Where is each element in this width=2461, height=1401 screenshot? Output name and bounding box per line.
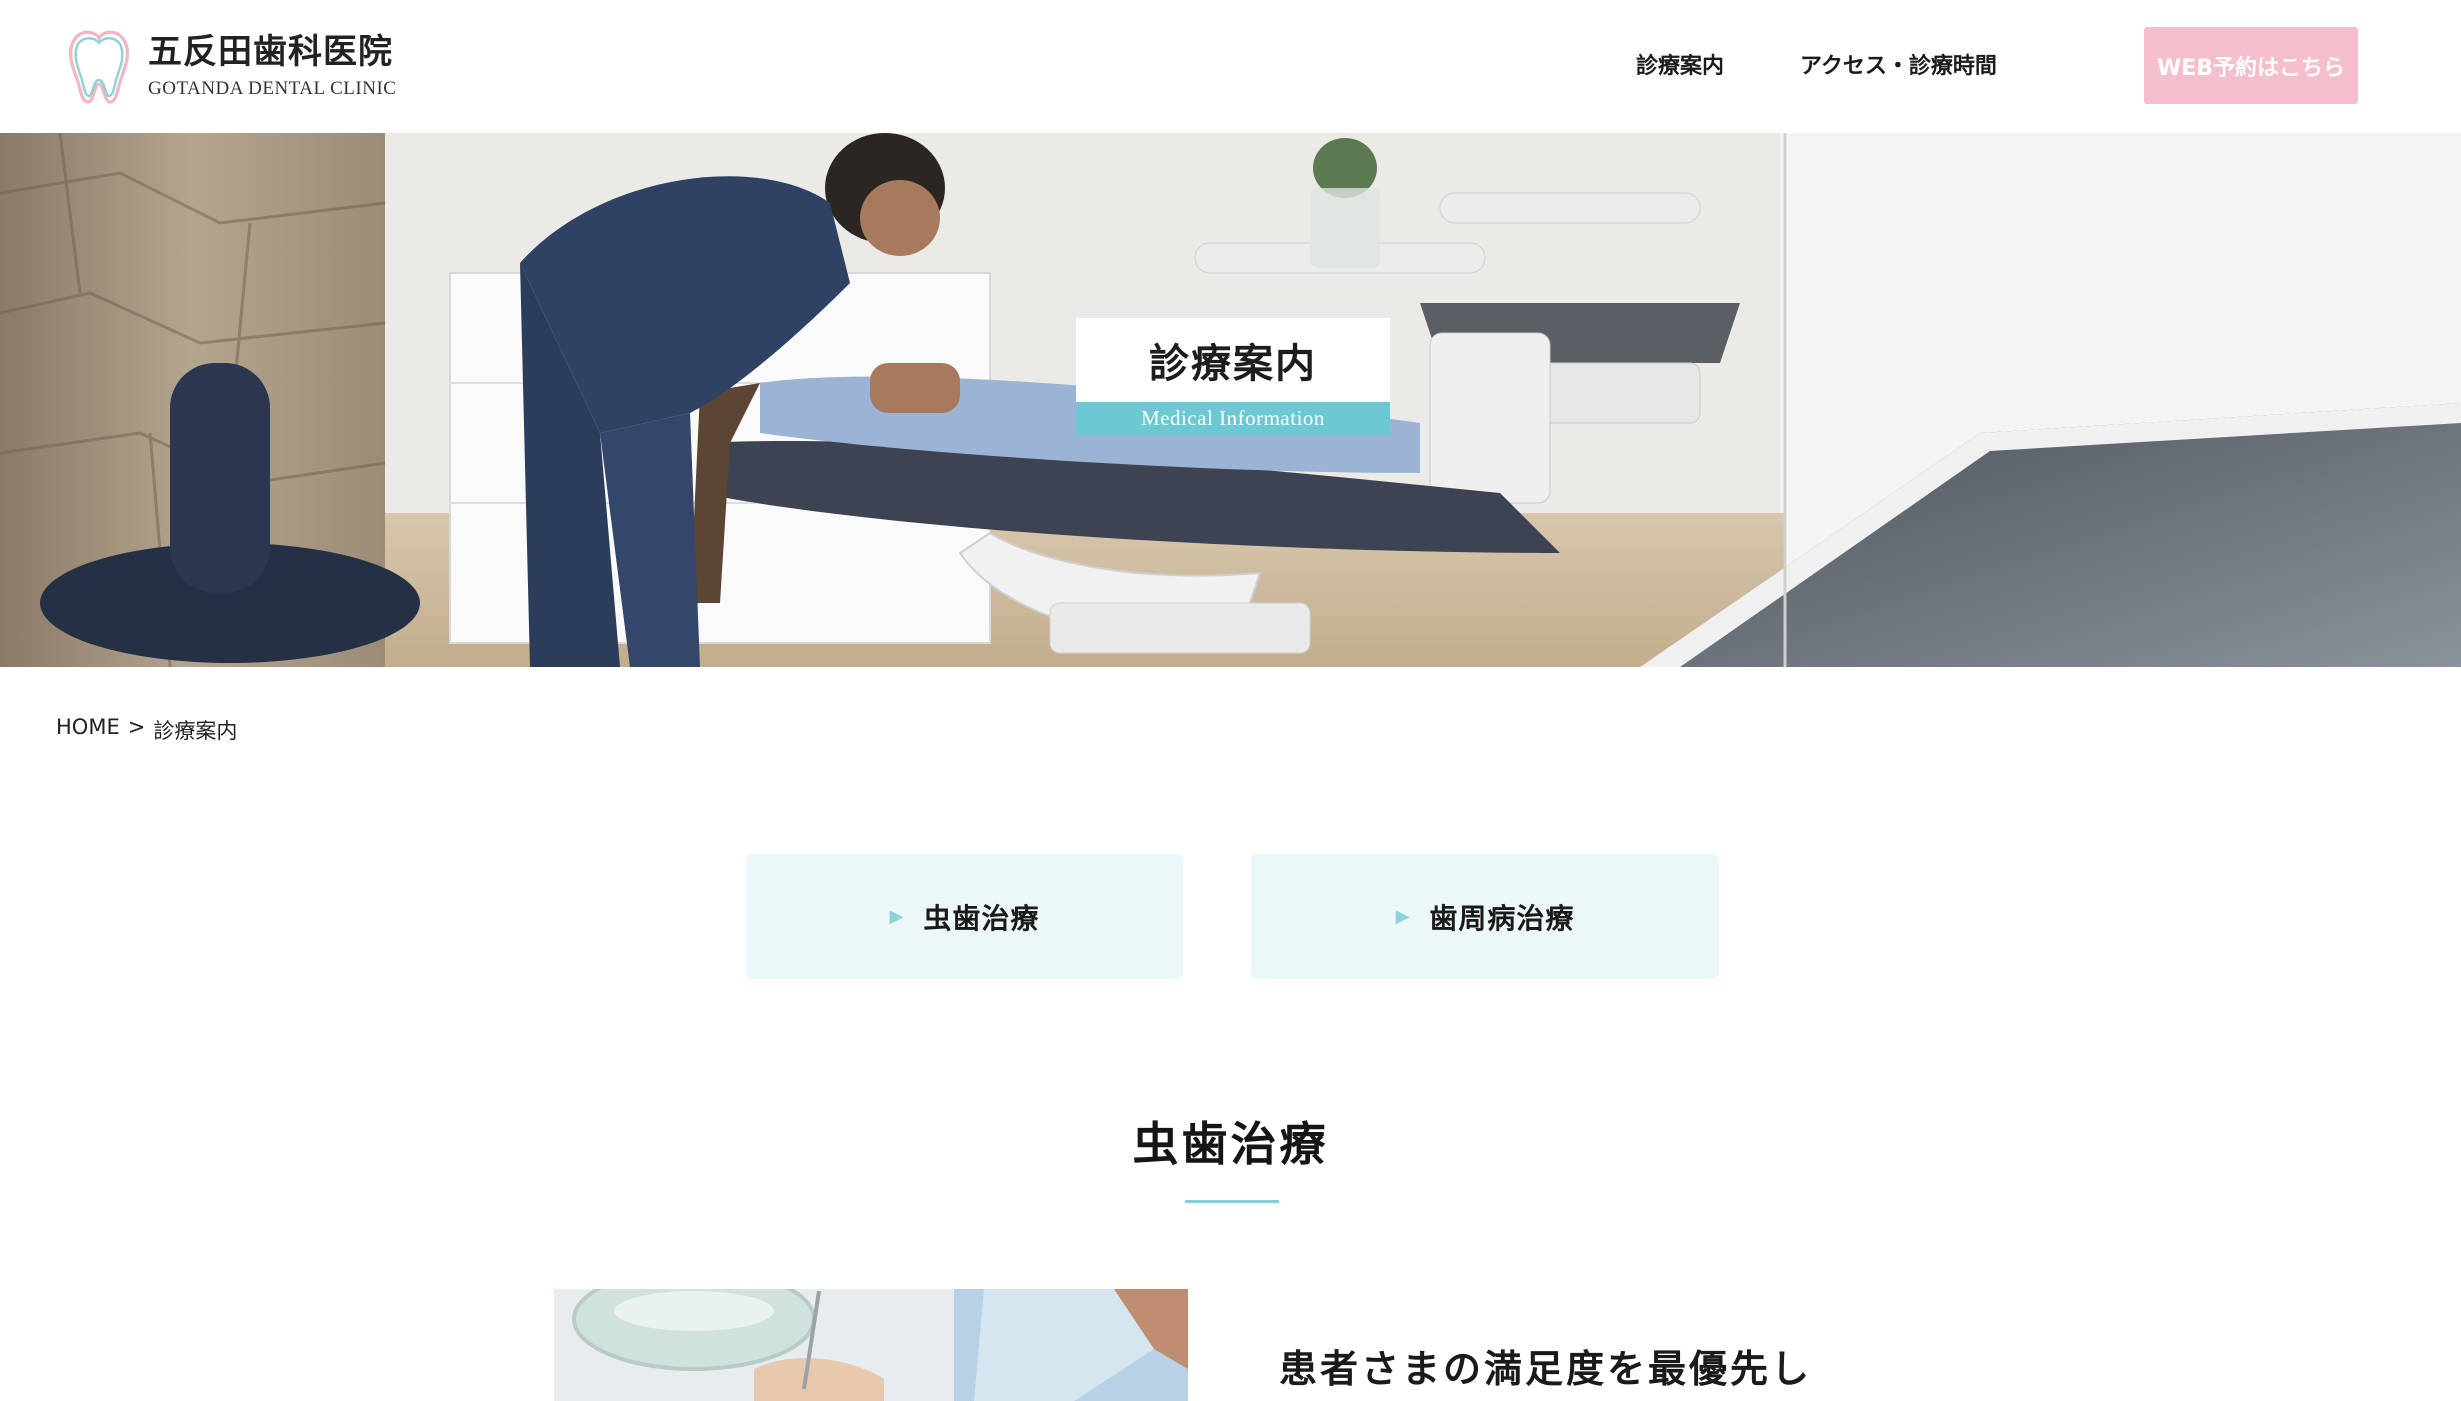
logo-name-en: GOTANDA DENTAL CLINIC: [148, 78, 397, 99]
triangle-right-icon: ▶: [1395, 906, 1410, 927]
nav-item-medical-info[interactable]: 診療案内: [1636, 48, 1724, 80]
hero-banner: 診療案内 Medical Information: [0, 133, 2461, 667]
main-nav: 診療案内 アクセス・診療時間: [1636, 48, 1997, 80]
hero-title-box: 診療案内: [1076, 318, 1390, 402]
tab-label: 歯周病治療: [1429, 901, 1575, 935]
section-image: [554, 1289, 1188, 1401]
section-heading: 患者さまの満足度を最優先し: [1279, 1347, 1813, 1391]
logo-name-jp: 五反田歯科医院: [148, 32, 393, 72]
breadcrumb: HOME > 診療案内: [56, 715, 237, 745]
tab-cavity-treatment[interactable]: ▶ 虫歯治療: [746, 854, 1183, 979]
site-logo[interactable]: 五反田歯科医院 GOTANDA DENTAL CLINIC: [62, 26, 422, 106]
page-subtitle: Medical Information: [1076, 402, 1390, 435]
tab-periodontal-treatment[interactable]: ▶ 歯周病治療: [1251, 854, 1719, 979]
dental-treatment-photo: [554, 1289, 1188, 1401]
breadcrumb-current: 診療案内: [153, 719, 238, 743]
triangle-right-icon: ▶: [889, 906, 904, 927]
section-title: 虫歯治療: [1132, 1117, 1329, 1171]
breadcrumb-separator: >: [127, 715, 146, 739]
breadcrumb-home-link[interactable]: HOME: [56, 715, 120, 745]
site-header: 五反田歯科医院 GOTANDA DENTAL CLINIC 診療案内 アクセス・…: [0, 0, 2461, 133]
tooth-logo-icon: [69, 30, 129, 104]
web-reservation-button[interactable]: WEB予約はこちら: [2144, 27, 2358, 104]
section-divider: [1185, 1200, 1279, 1203]
page-title: 診療案内: [1149, 340, 1317, 387]
nav-item-access-hours[interactable]: アクセス・診療時間: [1800, 48, 1997, 80]
tab-label: 虫歯治療: [923, 901, 1040, 935]
